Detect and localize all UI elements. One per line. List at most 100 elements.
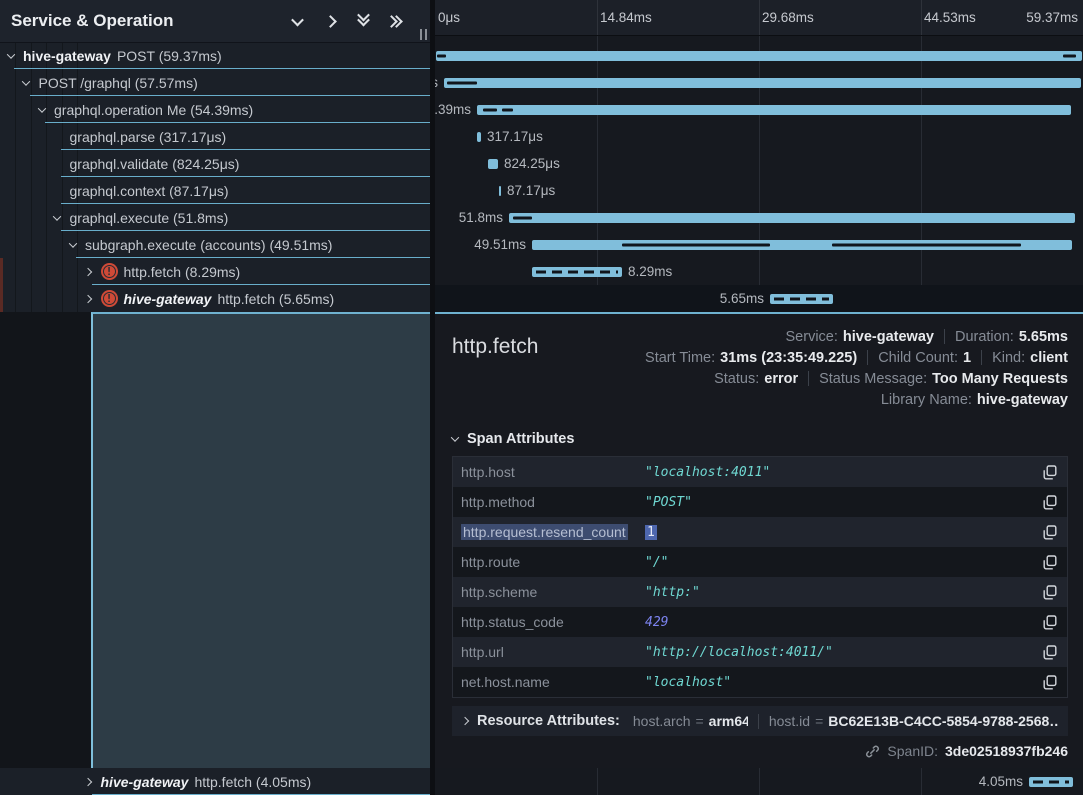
chevron-right-icon (461, 717, 469, 725)
overview-key: Library Name: (881, 392, 972, 408)
row-collapse-icon[interactable] (66, 238, 79, 251)
resource-separator (758, 714, 759, 729)
span-bar-row[interactable]: 57.57ms (435, 69, 1083, 96)
row-underline (76, 257, 430, 258)
span-bar-row[interactable]: 317.17μs (435, 123, 1083, 150)
attribute-row[interactable]: http.scheme"http:" (453, 577, 1067, 607)
span-row[interactable]: graphql.execute (51.8ms) (0, 204, 430, 231)
row-underline (45, 122, 430, 123)
copy-icon[interactable] (1033, 645, 1067, 660)
resource-attribute: host.arch=arm64 (633, 713, 748, 729)
row-underline (92, 284, 431, 285)
span-detail-header: http.fetch Service:hive-gatewayDuration:… (452, 326, 1068, 410)
child-span-marker (437, 54, 446, 57)
copy-icon[interactable] (1033, 585, 1067, 600)
span-bar[interactable] (477, 132, 481, 142)
span-id-label: SpanID: (887, 743, 938, 759)
span-detail-panel: http.fetch Service:hive-gatewayDuration:… (435, 312, 1083, 768)
chevron-right-icon[interactable] (322, 13, 338, 29)
ruler-tick-label: 59.37ms (1026, 0, 1078, 35)
row-collapse-icon[interactable] (35, 103, 48, 116)
attribute-key: http.route (453, 554, 645, 570)
attribute-row[interactable]: http.method"POST" (453, 487, 1067, 517)
row-collapse-icon[interactable] (20, 76, 33, 89)
link-icon[interactable] (865, 744, 880, 759)
attribute-row[interactable]: http.status_code429 (453, 607, 1067, 637)
span-bar[interactable] (477, 105, 1071, 115)
overview-value: 5.65ms (1019, 329, 1068, 345)
span-bar-row[interactable]: 4.05ms (435, 768, 1083, 795)
span-bar[interactable] (532, 267, 622, 277)
span-duration-label: 54.39ms (435, 96, 471, 123)
span-bar[interactable] (444, 78, 1081, 88)
span-row[interactable]: POST /graphql (57.57ms) (0, 69, 430, 96)
span-bar[interactable] (532, 240, 1072, 250)
span-bar-row[interactable]: 5.65ms (435, 285, 1083, 312)
timeline-pane: 0μs14.84ms29.68ms44.53ms59.37ms 57.57ms5… (435, 0, 1083, 795)
span-bar-row[interactable]: 54.39ms (435, 96, 1083, 123)
span-duration-label: 57.57ms (435, 69, 438, 96)
span-bar-row[interactable] (435, 42, 1083, 69)
row-expand-icon[interactable] (82, 292, 95, 305)
span-duration-label: 4.05ms (979, 768, 1023, 795)
attribute-row[interactable]: http.host"localhost:4011" (453, 457, 1067, 487)
row-expand-icon[interactable] (82, 775, 95, 788)
overview-key: Status: (714, 371, 759, 387)
child-span-marker (622, 243, 770, 246)
row-collapse-icon[interactable] (51, 211, 64, 224)
resource-attributes-bar[interactable]: Resource Attributes: host.arch=arm64host… (452, 706, 1068, 736)
span-row[interactable]: graphql.parse (317.17μs) (0, 123, 430, 150)
row-expand-icon[interactable] (82, 265, 95, 278)
span-bar[interactable] (488, 159, 498, 169)
row-collapse-icon[interactable] (4, 49, 17, 62)
attribute-key: net.host.name (453, 674, 645, 690)
overview-value: hive-gateway (843, 329, 934, 345)
double-chevron-right-icon[interactable] (388, 13, 404, 29)
overview-separator (808, 371, 809, 386)
span-bar[interactable] (509, 213, 1075, 223)
span-bar-row[interactable]: 824.25μs (435, 150, 1083, 177)
span-operation-label: http.fetch (4.05ms) (194, 774, 311, 790)
span-bar[interactable] (436, 51, 1082, 61)
span-row[interactable]: subgraph.execute (accounts) (49.51ms) (0, 231, 430, 258)
span-bar-row[interactable]: 49.51ms (435, 231, 1083, 258)
span-operation-label: graphql.parse (317.17μs) (70, 129, 227, 145)
row-underline (61, 230, 431, 231)
span-row[interactable]: graphql.operation Me (54.39ms) (0, 96, 430, 123)
span-bar[interactable] (770, 294, 833, 304)
copy-icon[interactable] (1033, 555, 1067, 570)
span-row[interactable]: graphql.validate (824.25μs) (0, 150, 430, 177)
column-resizer-icon[interactable] (420, 29, 427, 40)
attribute-value: 1 (645, 525, 1033, 540)
timeline-bottom-row: 4.05ms (435, 768, 1083, 795)
span-id-value: 3de02518937fb246 (945, 743, 1068, 759)
double-chevron-down-icon[interactable] (355, 13, 371, 29)
overview-key: Duration: (955, 329, 1014, 345)
span-bar-row[interactable]: 87.17μs (435, 177, 1083, 204)
attribute-row[interactable]: http.url"http://localhost:4011/" (453, 637, 1067, 667)
span-row[interactable]: !http.fetch (8.29ms) (0, 258, 430, 285)
span-row[interactable]: hive-gatewayPOST (59.37ms) (0, 42, 430, 69)
copy-icon[interactable] (1033, 525, 1067, 540)
span-attributes-header[interactable]: Span Attributes (452, 431, 1068, 447)
span-row[interactable]: hive-gatewayhttp.fetch (4.05ms) (0, 768, 430, 795)
copy-icon[interactable] (1033, 495, 1067, 510)
span-bar-row[interactable]: 8.29ms (435, 258, 1083, 285)
span-operation-label: http.fetch (8.29ms) (124, 264, 241, 280)
span-row[interactable]: !hive-gatewayhttp.fetch (5.65ms) (0, 285, 430, 312)
span-bar[interactable] (499, 186, 501, 196)
copy-icon[interactable] (1033, 615, 1067, 630)
span-row[interactable]: graphql.context (87.17μs) (0, 177, 430, 204)
copy-icon[interactable] (1033, 465, 1067, 480)
attribute-row[interactable]: http.request.resend_count1 (453, 517, 1067, 547)
span-bar[interactable] (1029, 777, 1073, 787)
child-span-marker (513, 216, 532, 219)
span-overview: Service:hive-gatewayDuration:5.65msStart… (645, 326, 1068, 410)
copy-icon[interactable] (1033, 675, 1067, 690)
pane-divider[interactable] (430, 0, 435, 795)
chevron-down-icon[interactable] (289, 13, 305, 29)
span-bar-row[interactable]: 51.8ms (435, 204, 1083, 231)
attribute-row[interactable]: net.host.name"localhost" (453, 667, 1067, 697)
span-operation-label: graphql.execute (51.8ms) (70, 210, 229, 226)
attribute-row[interactable]: http.route"/" (453, 547, 1067, 577)
